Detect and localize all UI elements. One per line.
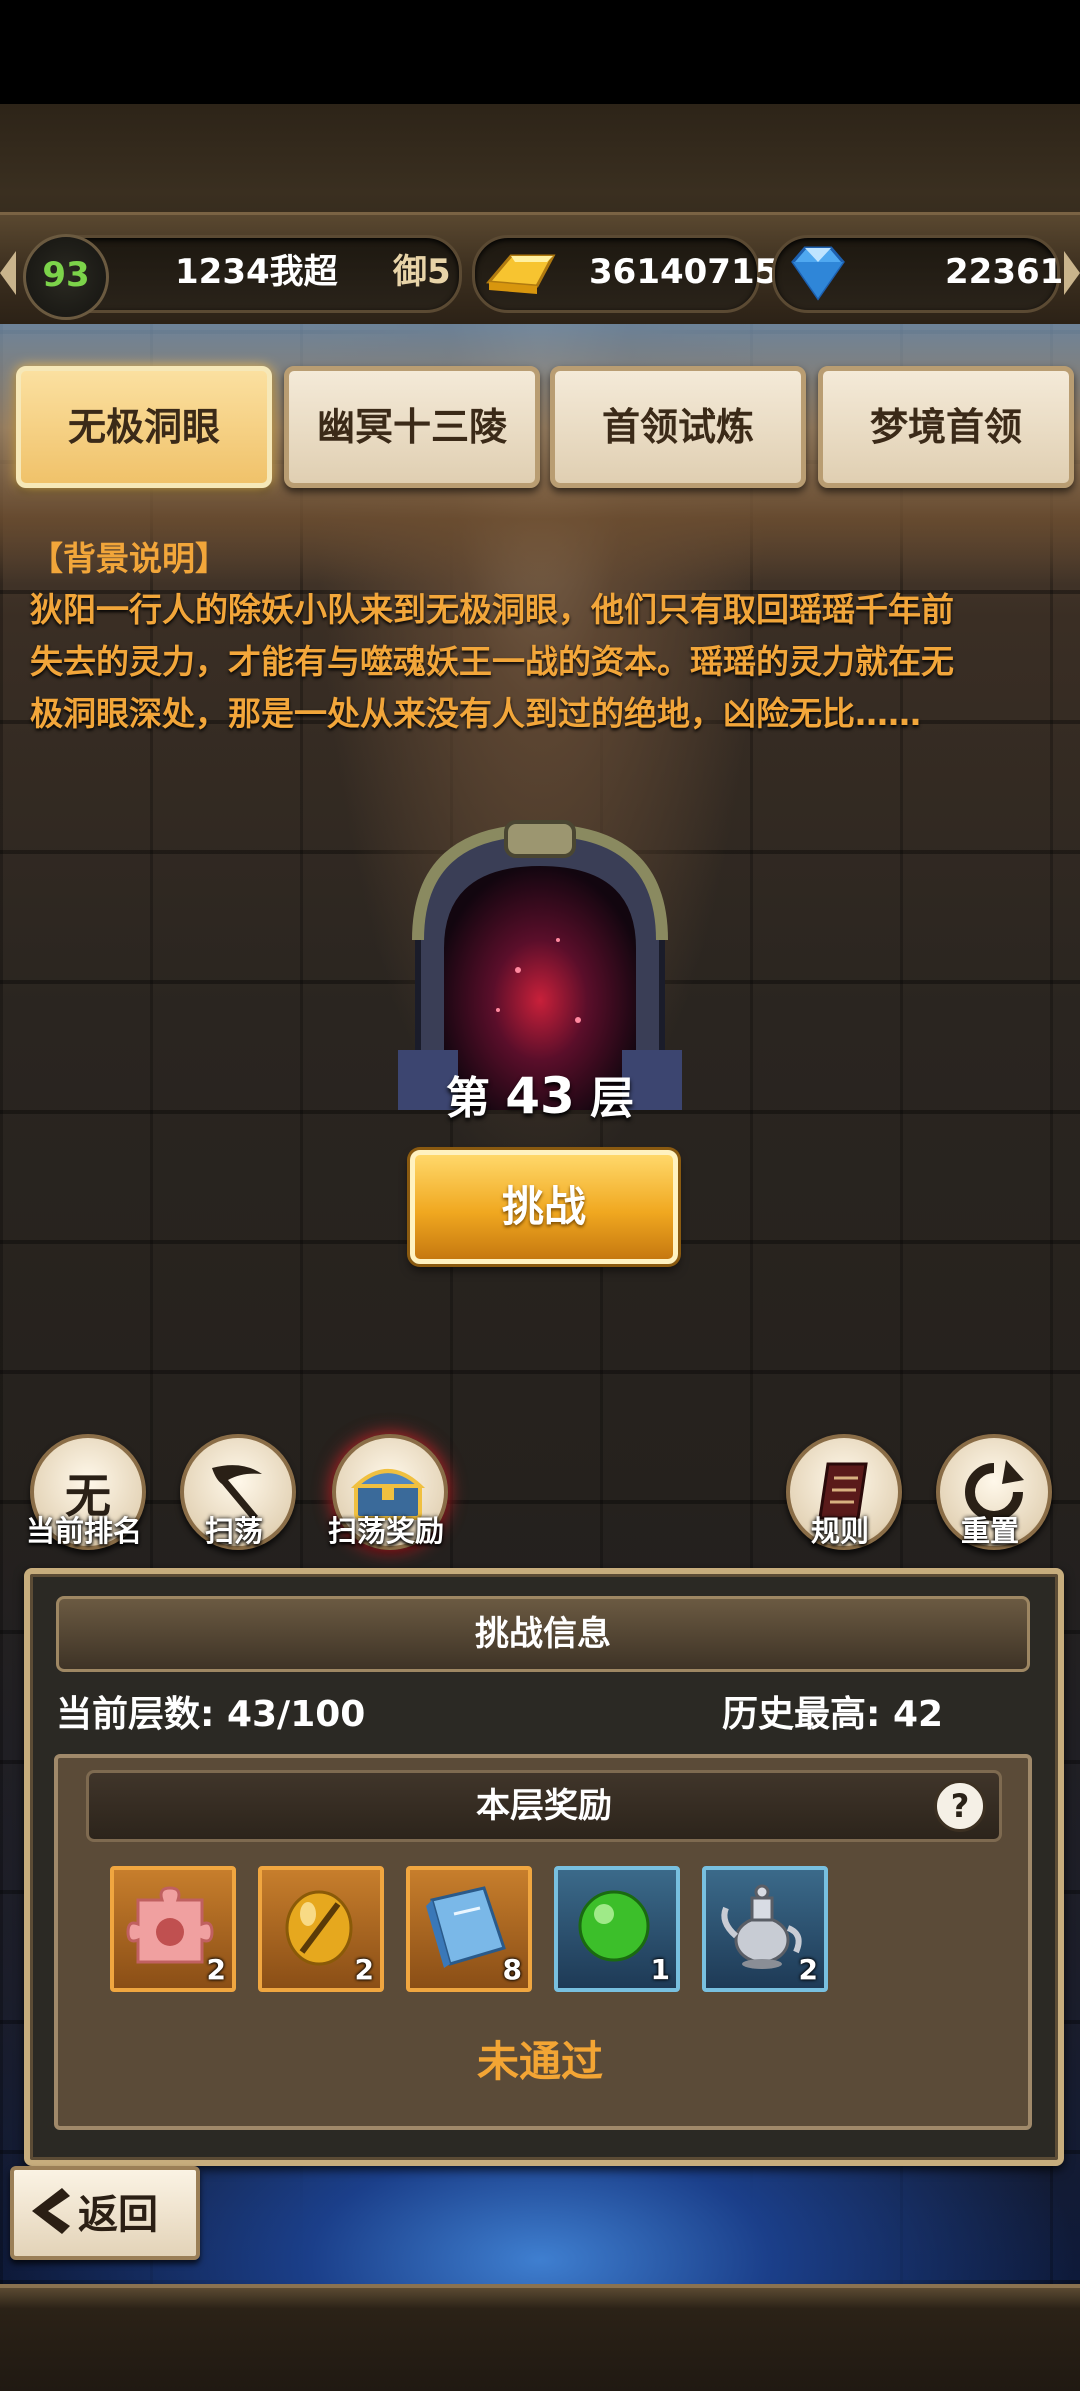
reward-item[interactable]: 2 <box>702 1866 828 1992</box>
current-floor-info: 当前层数: 43/100 <box>56 1685 365 1737</box>
right-arrow-icon[interactable] <box>1064 251 1080 295</box>
gold-bar-icon <box>485 254 556 294</box>
reward-title: 本层奖励 <box>86 1770 1002 1842</box>
floor-prefix: 第 <box>445 1073 490 1124</box>
gold-pill[interactable]: 36140715 <box>472 235 778 313</box>
green-orb-icon <box>578 1890 650 1962</box>
left-arrow-icon[interactable] <box>0 251 16 295</box>
tab-shouling-shilian[interactable]: 首领试炼 <box>550 366 806 488</box>
background-description: 狄阳一行人的除妖小队来到无极洞眼，他们只有取回瑶瑶千年前 失去的灵力，才能有与噬… <box>30 584 1050 740</box>
item-count: 2 <box>354 1953 374 1986</box>
current-floor-value: 43/100 <box>226 1694 366 1735</box>
gold-amount: 36140715 <box>589 252 779 292</box>
back-button[interactable]: 返回 <box>10 2166 200 2260</box>
background-line: 极洞眼深处，那是一处从来没有人到过的绝地，凶险无比…… <box>30 694 921 733</box>
best-floor-label: 历史最高: <box>722 1694 881 1735</box>
player-name: 1234我超 <box>175 252 338 292</box>
currency-bar: 93 1234我超 御5 36140715 22361 <box>0 212 1080 330</box>
background-line: 失去的灵力，才能有与噬魂妖王一战的资本。瑶瑶的灵力就在无 <box>30 642 954 681</box>
sweep-label: 扫荡 <box>204 1514 263 1548</box>
tab-youming-shisanling[interactable]: 幽冥十三陵 <box>284 366 540 488</box>
player-title: 御5 <box>393 252 451 292</box>
sweep-reward-label: 扫荡奖励 <box>327 1514 444 1548</box>
item-count: 2 <box>206 1953 226 1986</box>
player-info-pill[interactable]: 93 1234我超 御5 <box>23 234 462 320</box>
floor-suffix: 层 <box>590 1073 635 1124</box>
diamond-icon <box>791 246 845 301</box>
rules-label: 规则 <box>810 1514 869 1548</box>
item-count: 2 <box>798 1953 818 1986</box>
bottom-frame <box>0 2284 1080 2391</box>
clear-status: 未通过 <box>476 2037 603 2086</box>
blue-book-icon <box>426 1886 506 1968</box>
chevron-left-icon <box>32 2188 70 2234</box>
back-label: 返回 <box>78 2192 158 2238</box>
panel-title: 挑战信息 <box>56 1596 1030 1672</box>
best-floor-info: 历史最高: 42 <box>722 1685 943 1737</box>
challenge-button[interactable]: 挑战 <box>410 1150 678 1264</box>
player-level: 93 <box>23 234 109 320</box>
tab-mengjing-shouling[interactable]: 梦境首领 <box>818 366 1074 488</box>
gem-pill[interactable]: 22361 <box>772 235 1064 313</box>
item-count: 8 <box>502 1953 522 1986</box>
status-bar-area <box>0 0 1080 104</box>
gem-amount: 22361 <box>945 252 1064 292</box>
tab-wuji-dongyan[interactable]: 无极洞眼 <box>16 366 272 488</box>
current-floor-label: 当前层数: <box>56 1694 215 1735</box>
background-line: 狄阳一行人的除妖小队来到无极洞眼，他们只有取回瑶瑶千年前 <box>30 590 954 629</box>
help-icon[interactable]: ? <box>934 1780 986 1832</box>
reward-item[interactable]: 8 <box>406 1866 532 1992</box>
reward-item[interactable]: 2 <box>110 1866 236 1992</box>
golden-egg-icon <box>285 1890 353 1966</box>
reward-item[interactable]: 2 <box>258 1866 384 1992</box>
puzzle-piece-icon <box>126 1886 214 1964</box>
reset-label: 重置 <box>960 1514 1019 1548</box>
floor-number: 43 <box>505 1067 575 1125</box>
rank-label: 当前排名 <box>25 1514 142 1548</box>
item-count: 1 <box>650 1953 670 1986</box>
silver-teapot-icon <box>721 1884 802 1969</box>
reward-item[interactable]: 1 <box>554 1866 680 1992</box>
floor-label: 第 43 层 <box>440 1062 640 1126</box>
best-floor-value: 42 <box>892 1694 944 1735</box>
background-title: 【背景说明】 <box>30 539 228 578</box>
